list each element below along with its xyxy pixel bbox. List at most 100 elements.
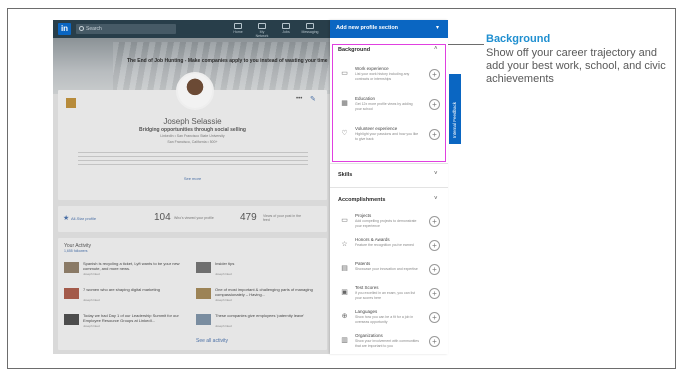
- post-views-count[interactable]: 479: [240, 212, 257, 223]
- clipboard-icon: ▣: [341, 289, 348, 296]
- panel-title: Add new profile section: [336, 25, 399, 31]
- post-meta: Joseph liked: [83, 298, 100, 302]
- item-title: Patents: [355, 261, 371, 266]
- search-icon: [79, 26, 84, 31]
- nav-jobs-label: Jobs: [282, 30, 290, 34]
- post-title: One of most important & challenging part…: [215, 287, 313, 297]
- projects-icon: ▭: [341, 217, 348, 224]
- item-description: If you excelled in an exam, you can list…: [355, 291, 415, 300]
- trophy-icon: ☆: [341, 241, 348, 248]
- add-test-scores-button[interactable]: +: [429, 288, 440, 299]
- linkedin-logo[interactable]: in: [58, 23, 71, 35]
- skills-section-title: Skills: [338, 172, 353, 178]
- background-highlight-box: [332, 44, 446, 162]
- post-thumbnail: [64, 314, 79, 325]
- avatar[interactable]: [176, 72, 214, 110]
- see-more-link[interactable]: See more: [58, 176, 327, 181]
- more-options-icon[interactable]: •••: [296, 96, 302, 102]
- list-item[interactable]: One of most important & challenging part…: [196, 286, 321, 306]
- activity-card: Your Activity 1,655 followers Spanish is…: [58, 238, 327, 350]
- list-item[interactable]: 7 women who are shaping digital marketin…: [64, 286, 189, 306]
- post-thumbnail: [196, 288, 211, 299]
- item-title: Projects: [355, 213, 372, 218]
- post-meta: Joseph liked: [215, 272, 232, 276]
- network-icon: [258, 23, 266, 29]
- edit-pencil-icon[interactable]: ✎: [310, 95, 316, 103]
- profile-stats-card: ★ All-Star profile 104 Who's viewed your…: [58, 206, 327, 232]
- followers-count[interactable]: 1,655 followers: [64, 249, 88, 253]
- chevron-down-icon[interactable]: ˅: [434, 171, 438, 177]
- profile-headline: Bridging opportunities through social se…: [139, 127, 246, 133]
- nav-network-label: My Network: [255, 30, 269, 38]
- item-description: Show how you can be a fit for a job in o…: [355, 315, 414, 324]
- item-title: Organizations: [355, 333, 383, 338]
- callout-connector-line: [448, 44, 484, 45]
- nav-messaging-label: Messaging: [301, 30, 319, 34]
- profile-views-count[interactable]: 104: [154, 212, 171, 223]
- skills-section[interactable]: Skills ˅: [330, 164, 448, 188]
- nav-home[interactable]: Home: [229, 22, 247, 36]
- chevron-down-icon[interactable]: ▾: [436, 24, 439, 31]
- profile-summary-text: [78, 152, 308, 166]
- nav-network[interactable]: My Network: [253, 22, 271, 38]
- post-thumbnail: [196, 262, 211, 273]
- post-title: Today we had Day 1 of our Leadership Sum…: [83, 313, 179, 323]
- organization-icon: ▥: [341, 337, 348, 344]
- jobs-icon: [282, 23, 290, 29]
- globe-icon: ⊕: [341, 313, 348, 320]
- chevron-down-icon[interactable]: ˅: [434, 196, 438, 202]
- callout-text: Show off your career trajectory and add …: [486, 47, 666, 85]
- item-description: Add compelling projects to demonstrate y…: [355, 219, 417, 228]
- profile-company: LinkedIn • San Francisco State Universit…: [160, 134, 225, 138]
- post-meta: Joseph liked: [83, 272, 100, 276]
- post-thumbnail: [64, 262, 79, 273]
- item-title: Honors & Awards: [355, 237, 390, 242]
- callout-title: Background: [486, 33, 551, 45]
- profile-location: San Francisco, California • 500+: [167, 140, 218, 144]
- see-all-activity-link[interactable]: See all activity: [196, 338, 228, 344]
- post-views-label: Views of your post in the feed: [263, 214, 302, 222]
- search-placeholder: Search: [86, 26, 102, 32]
- add-honors-button[interactable]: +: [429, 240, 440, 251]
- post-thumbnail: [64, 288, 79, 299]
- list-item[interactable]: Today we had Day 1 of our Leadership Sum…: [64, 312, 189, 332]
- patent-icon: ▤: [341, 265, 348, 272]
- messaging-icon: [306, 23, 314, 29]
- add-projects-button[interactable]: +: [429, 216, 440, 227]
- profile-views-label: Who's viewed your profile: [174, 216, 214, 220]
- post-title: 7 women who are shaping digital marketin…: [83, 287, 160, 292]
- post-thumbnail: [196, 314, 211, 325]
- list-item[interactable]: Insider tips Joseph liked: [196, 260, 321, 280]
- profile-name: Joseph Selassie: [163, 117, 222, 126]
- item-description: Show your involvement with communities t…: [355, 339, 419, 348]
- add-organizations-button[interactable]: +: [429, 336, 440, 347]
- panel-header[interactable]: Add new profile section ▾: [330, 20, 448, 38]
- feedback-label: Internal Feedback: [452, 101, 457, 138]
- post-meta: Joseph liked: [215, 324, 232, 328]
- list-item[interactable]: Spanish is recycling a ticket, Lyft want…: [64, 260, 189, 280]
- add-profile-section-panel: Add new profile section ▾ Background ˄ ▭…: [330, 20, 448, 354]
- slide: in Search Home My Network Jobs Messaging…: [0, 0, 683, 378]
- search-input[interactable]: Search: [76, 24, 176, 34]
- post-meta: Joseph liked: [215, 298, 232, 302]
- post-title: These companies give employees 'paternit…: [215, 313, 305, 318]
- nav-jobs[interactable]: Jobs: [277, 22, 295, 36]
- all-star-label[interactable]: All-Star profile: [71, 216, 96, 221]
- item-title: Test Scores: [355, 285, 379, 290]
- item-description: Feature the recognition you've earned: [355, 243, 414, 247]
- nav-home-label: Home: [233, 30, 243, 34]
- home-icon: [234, 23, 242, 29]
- profile-card: ••• ✎ Joseph Selassie Bridging opportuni…: [58, 72, 327, 200]
- internal-feedback-tab[interactable]: Internal Feedback: [449, 74, 461, 144]
- accomplishments-section: Accomplishments ˅ ▭ Projects Add compell…: [330, 188, 448, 354]
- add-languages-button[interactable]: +: [429, 312, 440, 323]
- star-icon: ★: [63, 215, 70, 222]
- nav-messaging[interactable]: Messaging: [301, 22, 319, 36]
- item-description: Showcase your innovation and expertise: [355, 267, 418, 271]
- organizations-item[interactable]: ▥ Organizations Show your involvement wi…: [330, 331, 448, 359]
- post-title: Insider tips: [215, 261, 235, 266]
- list-item[interactable]: These companies give employees 'paternit…: [196, 312, 321, 332]
- accomplishments-section-title[interactable]: Accomplishments: [338, 197, 385, 203]
- post-meta: Joseph liked: [83, 324, 100, 328]
- add-patents-button[interactable]: +: [429, 264, 440, 275]
